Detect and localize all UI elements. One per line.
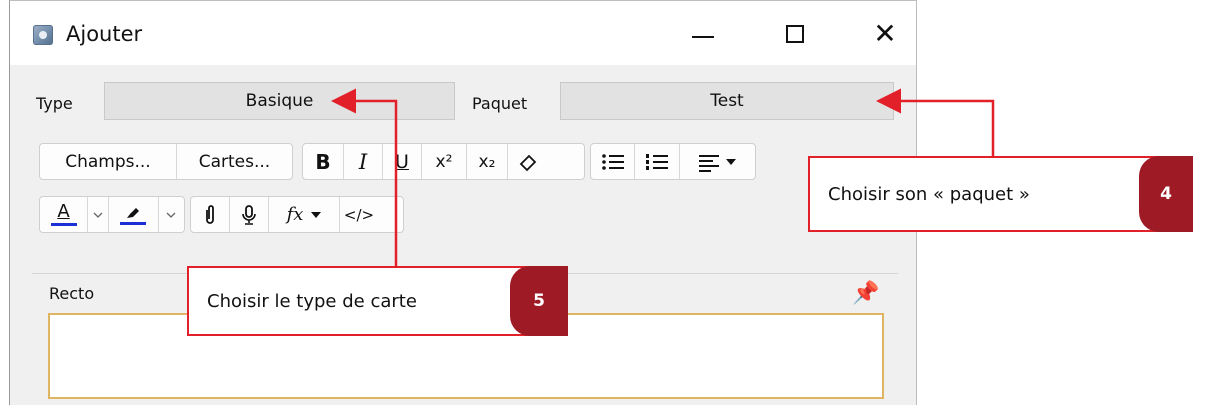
callout-deck: Choisir son « paquet » 4 — [808, 156, 1193, 232]
callout-type-number: 5 — [510, 266, 568, 336]
callout-deck-text: Choisir son « paquet » — [828, 183, 1030, 205]
callout-type-text: Choisir le type de carte — [207, 290, 417, 312]
callout-deck-number: 4 — [1139, 156, 1193, 232]
arrow-to-type — [331, 88, 398, 267]
arrow-to-deck — [876, 88, 995, 157]
callout-type: Choisir le type de carte 5 — [187, 266, 568, 336]
